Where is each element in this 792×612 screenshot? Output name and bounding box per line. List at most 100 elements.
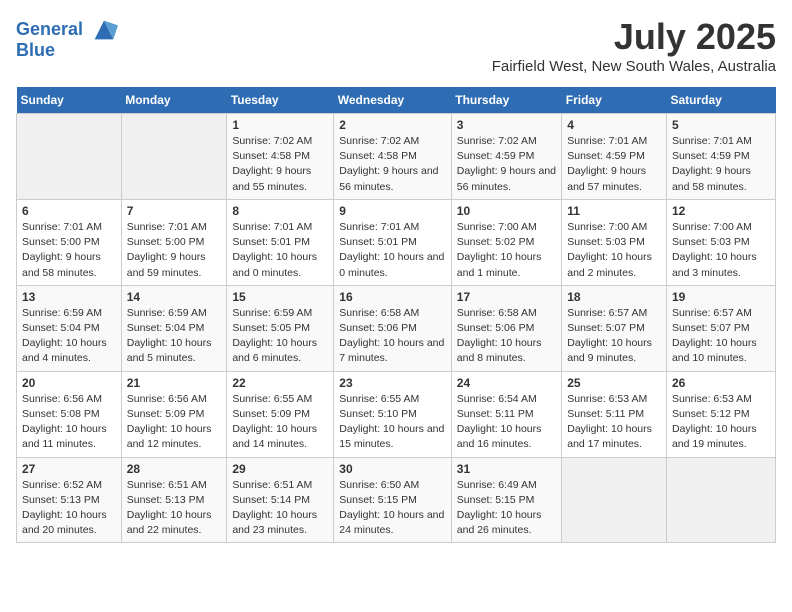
calendar-cell: 5 Sunrise: 7:01 AM Sunset: 4:59 PM Daylig… <box>666 114 775 200</box>
calendar-cell: 31 Sunrise: 6:49 AM Sunset: 5:15 PM Dayli… <box>451 457 561 543</box>
calendar-cell: 15Sunrise: 6:59 AM Sunset: 5:05 PM Dayli… <box>227 285 334 371</box>
calendar-week-row: 13 Sunrise: 6:59 AM Sunset: 5:04 PM Dayli… <box>17 285 776 371</box>
day-info: Sunrise: 6:54 AM Sunset: 5:11 PM Dayligh… <box>457 392 556 453</box>
day-number: 19 <box>672 290 770 304</box>
calendar-day-header: Wednesday <box>334 87 452 114</box>
day-info: Sunrise: 6:53 AM Sunset: 5:12 PM Dayligh… <box>672 392 770 453</box>
calendar-cell: 7Sunrise: 7:01 AM Sunset: 5:00 PM Daylig… <box>121 199 227 285</box>
page-header: General Blue July 2025 Fairfield West, N… <box>16 16 776 75</box>
day-number: 6 <box>22 204 116 218</box>
day-number: 26 <box>672 376 770 390</box>
day-number: 18 <box>567 290 661 304</box>
day-info: Sunrise: 7:00 AM Sunset: 5:03 PM Dayligh… <box>567 220 661 281</box>
calendar-day-header: Saturday <box>666 87 775 114</box>
calendar-cell: 27 Sunrise: 6:52 AM Sunset: 5:13 PM Dayli… <box>17 457 122 543</box>
calendar-cell: 17 Sunrise: 6:58 AM Sunset: 5:06 PM Dayli… <box>451 285 561 371</box>
calendar-cell: 16 Sunrise: 6:58 AM Sunset: 5:06 PM Dayli… <box>334 285 452 371</box>
sub-title: Fairfield West, New South Wales, Austral… <box>492 58 776 75</box>
calendar-cell: 30Sunrise: 6:50 AM Sunset: 5:15 PM Dayli… <box>334 457 452 543</box>
calendar-cell: 10 Sunrise: 7:00 AM Sunset: 5:02 PM Dayli… <box>451 199 561 285</box>
day-number: 17 <box>457 290 556 304</box>
day-info: Sunrise: 6:49 AM Sunset: 5:15 PM Dayligh… <box>457 478 556 539</box>
calendar-cell: 20 Sunrise: 6:56 AM Sunset: 5:08 PM Dayli… <box>17 371 122 457</box>
calendar-cell: 14 Sunrise: 6:59 AM Sunset: 5:04 PM Dayli… <box>121 285 227 371</box>
calendar-week-row: 20 Sunrise: 6:56 AM Sunset: 5:08 PM Dayli… <box>17 371 776 457</box>
calendar-cell <box>562 457 667 543</box>
day-info: Sunrise: 6:51 AM Sunset: 5:13 PM Dayligh… <box>127 478 222 539</box>
day-info: Sunrise: 6:56 AM Sunset: 5:08 PM Dayligh… <box>22 392 116 453</box>
logo: General Blue <box>16 16 118 61</box>
day-number: 10 <box>457 204 556 218</box>
day-number: 5 <box>672 118 770 132</box>
day-number: 24 <box>457 376 556 390</box>
calendar-cell: 21 Sunrise: 6:56 AM Sunset: 5:09 PM Dayli… <box>121 371 227 457</box>
day-info: Sunrise: 6:59 AM Sunset: 5:04 PM Dayligh… <box>22 306 116 367</box>
calendar-cell: 28 Sunrise: 6:51 AM Sunset: 5:13 PM Dayli… <box>121 457 227 543</box>
day-info: Sunrise: 6:51 AM Sunset: 5:14 PM Dayligh… <box>232 478 328 539</box>
calendar-day-header: Monday <box>121 87 227 114</box>
title-block: July 2025 Fairfield West, New South Wale… <box>492 16 776 75</box>
day-number: 13 <box>22 290 116 304</box>
calendar-cell: 1Sunrise: 7:02 AM Sunset: 4:58 PM Daylig… <box>227 114 334 200</box>
calendar-week-row: 1Sunrise: 7:02 AM Sunset: 4:58 PM Daylig… <box>17 114 776 200</box>
day-number: 21 <box>127 376 222 390</box>
day-number: 16 <box>339 290 446 304</box>
day-number: 28 <box>127 462 222 476</box>
calendar-body: 1Sunrise: 7:02 AM Sunset: 4:58 PM Daylig… <box>17 114 776 543</box>
calendar-cell: 12 Sunrise: 7:00 AM Sunset: 5:03 PM Dayli… <box>666 199 775 285</box>
day-number: 12 <box>672 204 770 218</box>
day-number: 31 <box>457 462 556 476</box>
day-number: 14 <box>127 290 222 304</box>
day-info: Sunrise: 7:01 AM Sunset: 5:00 PM Dayligh… <box>22 220 116 281</box>
calendar-cell: 19Sunrise: 6:57 AM Sunset: 5:07 PM Dayli… <box>666 285 775 371</box>
calendar-week-row: 27 Sunrise: 6:52 AM Sunset: 5:13 PM Dayli… <box>17 457 776 543</box>
day-info: Sunrise: 7:01 AM Sunset: 4:59 PM Dayligh… <box>567 134 661 195</box>
day-number: 8 <box>232 204 328 218</box>
day-number: 15 <box>232 290 328 304</box>
day-number: 7 <box>127 204 222 218</box>
calendar-cell <box>17 114 122 200</box>
day-number: 30 <box>339 462 446 476</box>
calendar-cell: 13 Sunrise: 6:59 AM Sunset: 5:04 PM Dayli… <box>17 285 122 371</box>
day-info: Sunrise: 7:01 AM Sunset: 5:01 PM Dayligh… <box>339 220 446 281</box>
logo-icon <box>90 16 118 44</box>
calendar-cell: 3 Sunrise: 7:02 AM Sunset: 4:59 PM Daylig… <box>451 114 561 200</box>
calendar-cell: 9 Sunrise: 7:01 AM Sunset: 5:01 PM Daylig… <box>334 199 452 285</box>
calendar-cell <box>666 457 775 543</box>
calendar-day-header: Sunday <box>17 87 122 114</box>
day-number: 9 <box>339 204 446 218</box>
calendar-cell: 24 Sunrise: 6:54 AM Sunset: 5:11 PM Dayli… <box>451 371 561 457</box>
day-number: 3 <box>457 118 556 132</box>
day-info: Sunrise: 7:02 AM Sunset: 4:58 PM Dayligh… <box>232 134 328 195</box>
day-info: Sunrise: 6:59 AM Sunset: 5:04 PM Dayligh… <box>127 306 222 367</box>
calendar-header-row: SundayMondayTuesdayWednesdayThursdayFrid… <box>17 87 776 114</box>
calendar-cell: 26 Sunrise: 6:53 AM Sunset: 5:12 PM Dayli… <box>666 371 775 457</box>
day-info: Sunrise: 7:01 AM Sunset: 5:01 PM Dayligh… <box>232 220 328 281</box>
calendar-cell: 4 Sunrise: 7:01 AM Sunset: 4:59 PM Daylig… <box>562 114 667 200</box>
day-number: 4 <box>567 118 661 132</box>
calendar-cell: 29 Sunrise: 6:51 AM Sunset: 5:14 PM Dayli… <box>227 457 334 543</box>
day-number: 20 <box>22 376 116 390</box>
day-info: Sunrise: 6:58 AM Sunset: 5:06 PM Dayligh… <box>339 306 446 367</box>
day-number: 22 <box>232 376 328 390</box>
calendar-cell: 6 Sunrise: 7:01 AM Sunset: 5:00 PM Daylig… <box>17 199 122 285</box>
day-info: Sunrise: 6:52 AM Sunset: 5:13 PM Dayligh… <box>22 478 116 539</box>
day-info: Sunrise: 7:00 AM Sunset: 5:03 PM Dayligh… <box>672 220 770 281</box>
day-info: Sunrise: 7:02 AM Sunset: 4:59 PM Dayligh… <box>457 134 556 195</box>
day-info: Sunrise: 7:00 AM Sunset: 5:02 PM Dayligh… <box>457 220 556 281</box>
day-number: 2 <box>339 118 446 132</box>
day-info: Sunrise: 6:56 AM Sunset: 5:09 PM Dayligh… <box>127 392 222 453</box>
calendar-day-header: Thursday <box>451 87 561 114</box>
calendar-cell: 11Sunrise: 7:00 AM Sunset: 5:03 PM Dayli… <box>562 199 667 285</box>
day-info: Sunrise: 7:01 AM Sunset: 4:59 PM Dayligh… <box>672 134 770 195</box>
calendar-cell: 22Sunrise: 6:55 AM Sunset: 5:09 PM Dayli… <box>227 371 334 457</box>
day-number: 29 <box>232 462 328 476</box>
calendar-table: SundayMondayTuesdayWednesdayThursdayFrid… <box>16 87 776 543</box>
day-info: Sunrise: 6:58 AM Sunset: 5:06 PM Dayligh… <box>457 306 556 367</box>
day-info: Sunrise: 7:02 AM Sunset: 4:58 PM Dayligh… <box>339 134 446 195</box>
calendar-cell <box>121 114 227 200</box>
day-number: 27 <box>22 462 116 476</box>
calendar-cell: 8 Sunrise: 7:01 AM Sunset: 5:01 PM Daylig… <box>227 199 334 285</box>
calendar-cell: 23Sunrise: 6:55 AM Sunset: 5:10 PM Dayli… <box>334 371 452 457</box>
calendar-cell: 18Sunrise: 6:57 AM Sunset: 5:07 PM Dayli… <box>562 285 667 371</box>
